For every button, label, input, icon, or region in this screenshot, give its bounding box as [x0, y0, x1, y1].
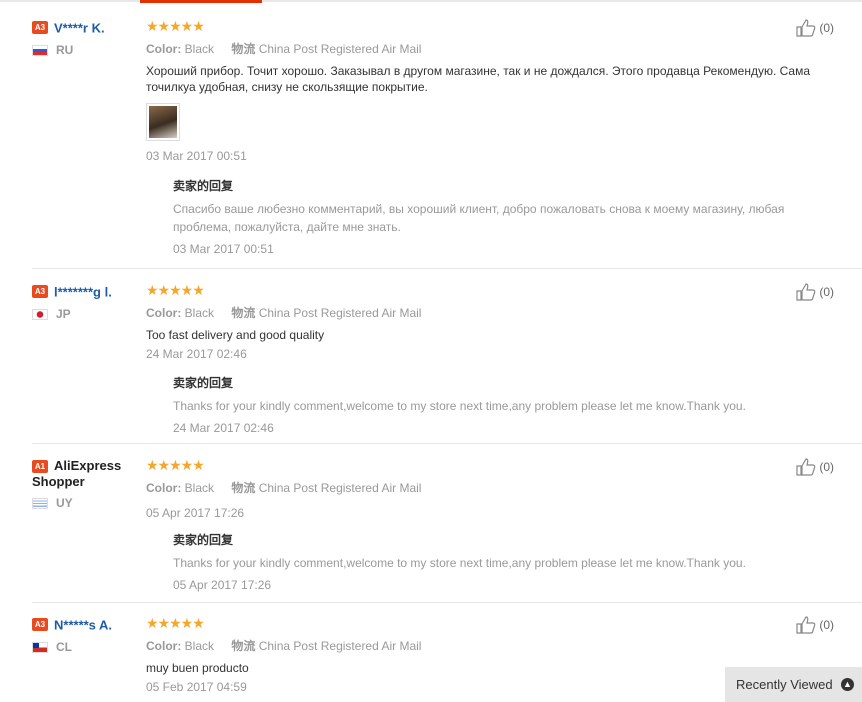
seller-reply: 卖家的回复 Thanks for your kindly comment,wel…	[173, 531, 836, 592]
color-label: Color:	[146, 639, 182, 653]
seller-reply: 卖家的回复 Спасибо ваше любезно комментарий, …	[173, 177, 836, 256]
reviewer-country: JP	[32, 307, 142, 321]
reviewer-country: RU	[32, 43, 142, 57]
helpful-button[interactable]: (0)	[796, 458, 834, 476]
color-value: Black	[184, 639, 215, 653]
review-divider	[32, 443, 862, 444]
review-content: ★★★★★ Color: Black 物流 China Post Registe…	[146, 283, 836, 435]
star-rating: ★★★★★	[146, 457, 205, 473]
review-content: ★★★★★ Color: Black 物流 China Post Registe…	[146, 458, 836, 592]
reviewer-name[interactable]: V****r K.	[54, 20, 105, 35]
seller-reply-text: Thanks for your kindly comment,welcome t…	[173, 399, 746, 413]
color-label: Color:	[146, 42, 182, 56]
helpful-button[interactable]: (0)	[796, 283, 834, 301]
shipping-value: China Post Registered Air Mail	[258, 42, 422, 56]
helpful-count: (0)	[819, 21, 834, 35]
shipping-label: 物流	[231, 639, 256, 653]
seller-reply-title: 卖家的回复	[173, 376, 234, 390]
order-info: Color: Black 物流 China Post Registered Ai…	[146, 305, 836, 321]
shipping-label: 物流	[231, 42, 256, 56]
shipping-value: China Post Registered Air Mail	[258, 481, 422, 495]
review-photo-thumbnail[interactable]	[146, 103, 180, 141]
country-code: CL	[56, 640, 72, 654]
helpful-count: (0)	[819, 618, 834, 632]
review-date: 24 Mar 2017 02:46	[146, 347, 247, 361]
reviewer-info: A3 l*******g l. JP	[32, 283, 142, 321]
seller-reply: 卖家的回复 Thanks for your kindly comment,wel…	[173, 374, 836, 435]
recently-viewed-label: Recently Viewed	[736, 677, 833, 692]
color-label: Color:	[146, 306, 182, 320]
seller-reply-date: 03 Mar 2017 00:51	[173, 242, 274, 256]
reviewer-country: CL	[32, 640, 142, 654]
color-value: Black	[184, 306, 215, 320]
buyer-level-badge: A3	[32, 618, 48, 632]
seller-reply-date: 05 Apr 2017 17:26	[173, 578, 272, 592]
country-code: UY	[56, 496, 73, 511]
flag-cl-icon	[32, 641, 48, 653]
seller-reply-title: 卖家的回复	[173, 179, 234, 193]
review-comment: Too fast delivery and good quality	[146, 328, 325, 342]
thumbs-up-icon	[796, 19, 816, 37]
star-rating: ★★★★★	[146, 615, 205, 631]
flag-jp-icon	[32, 308, 48, 320]
photo-image	[149, 106, 177, 138]
order-info: Color: Black 物流 China Post Registered Ai…	[146, 638, 836, 654]
active-tab-indicator	[140, 0, 262, 3]
reviewer-name[interactable]: l*******g l.	[54, 284, 112, 299]
seller-reply-text: Thanks for your kindly comment,welcome t…	[173, 556, 746, 570]
review-comment: Хороший прибор. Точит хорошо. Заказывал …	[146, 64, 811, 94]
shipping-label: 物流	[231, 306, 256, 320]
buyer-level-badge: A3	[32, 21, 48, 35]
color-value: Black	[184, 481, 215, 495]
top-border	[0, 0, 862, 2]
helpful-button[interactable]: (0)	[796, 19, 834, 37]
recently-viewed-button[interactable]: Recently Viewed ▲	[725, 667, 862, 702]
chevron-up-icon: ▲	[841, 678, 854, 691]
flag-ru-icon	[32, 44, 48, 56]
order-info: Color: Black 物流 China Post Registered Ai…	[146, 41, 836, 57]
seller-reply-title: 卖家的回复	[173, 533, 234, 547]
buyer-level-badge: A1	[32, 459, 48, 473]
seller-reply-date: 24 Mar 2017 02:46	[173, 421, 274, 435]
star-rating: ★★★★★	[146, 282, 205, 298]
shipping-value: China Post Registered Air Mail	[258, 639, 422, 653]
order-info: Color: Black 物流 China Post Registered Ai…	[146, 480, 836, 496]
reviewer-info: A3 V****r K. RU	[32, 19, 142, 57]
review-date: 05 Apr 2017 17:26	[146, 506, 245, 520]
helpful-count: (0)	[819, 285, 834, 299]
country-code: JP	[56, 307, 71, 321]
reviewer-country: UY	[32, 496, 142, 510]
thumbs-up-icon	[796, 283, 816, 301]
shipping-value: China Post Registered Air Mail	[258, 306, 422, 320]
review-date: 03 Mar 2017 00:51	[146, 149, 247, 163]
reviewer-info: A3 N*****s A. CL	[32, 616, 142, 654]
buyer-level-badge: A3	[32, 285, 48, 299]
country-code: RU	[56, 43, 74, 57]
color-label: Color:	[146, 481, 182, 495]
thumbs-up-icon	[796, 616, 816, 634]
review-divider	[32, 602, 862, 603]
shipping-label: 物流	[231, 481, 256, 495]
review-divider	[32, 268, 862, 269]
helpful-count: (0)	[819, 460, 834, 474]
helpful-button[interactable]: (0)	[796, 616, 834, 634]
reviewer-name[interactable]: N*****s A.	[54, 617, 112, 632]
seller-reply-text: Спасибо ваше любезно комментарий, вы хор…	[173, 202, 785, 234]
star-rating: ★★★★★	[146, 18, 205, 34]
color-value: Black	[184, 42, 215, 56]
review-content: ★★★★★ Color: Black 物流 China Post Registe…	[146, 19, 836, 256]
reviewer-info: A1 AliExpress Shopper UY	[32, 458, 142, 510]
thumbs-up-icon	[796, 458, 816, 476]
flag-uy-icon	[32, 497, 48, 509]
